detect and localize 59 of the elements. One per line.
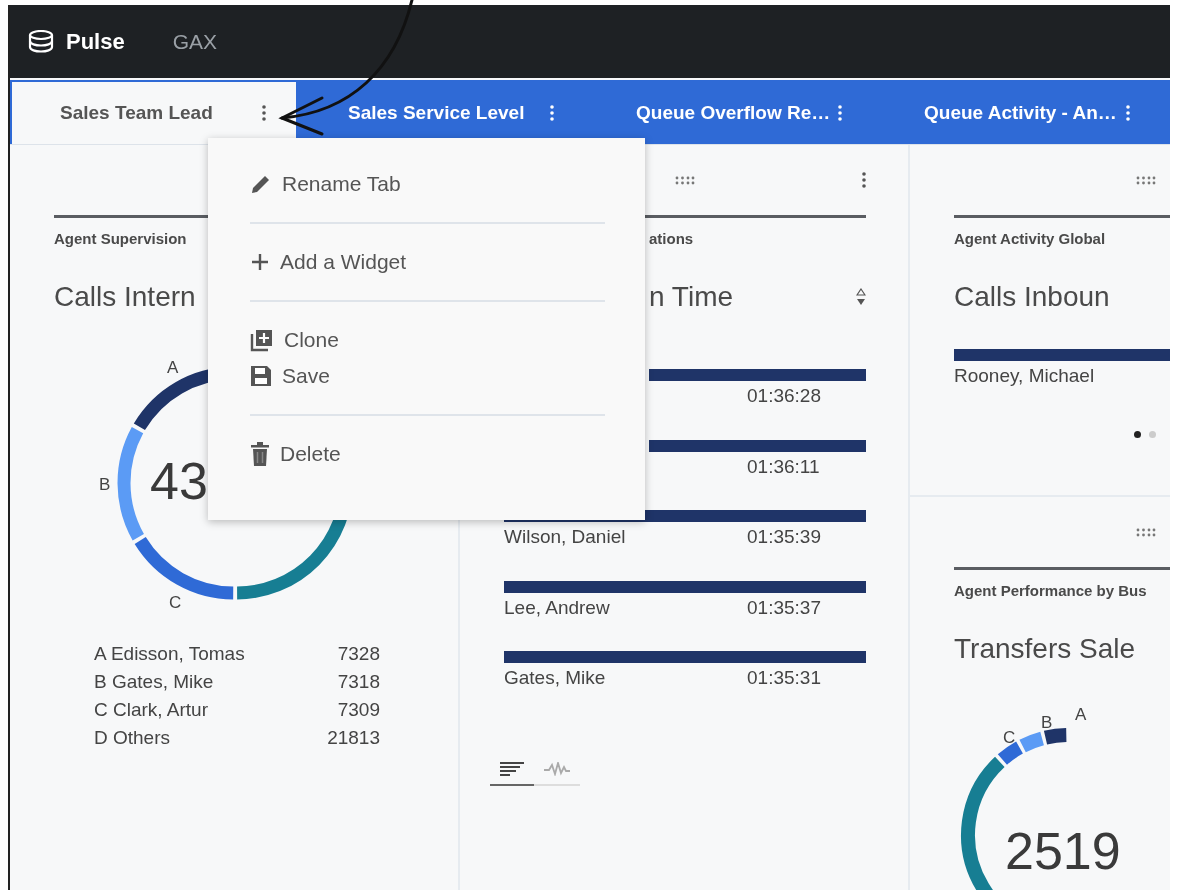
slice-label: A xyxy=(1075,705,1087,725)
legend-value: 7328 xyxy=(337,642,380,666)
widget-title: Calls Intern xyxy=(54,281,196,313)
more-options-icon[interactable] xyxy=(838,105,842,121)
bar-list-icon xyxy=(500,761,524,776)
donut-total: 43 xyxy=(150,451,208,511)
app-name: Pulse xyxy=(66,28,125,55)
slice-label: C xyxy=(1003,728,1016,748)
section-label: GAX xyxy=(172,29,218,54)
waveform-icon xyxy=(544,761,570,776)
slice-label: A xyxy=(167,358,179,378)
widget-subtitle: ations xyxy=(649,230,694,247)
slice-label: C xyxy=(169,593,182,613)
time-value: 01:36:11 xyxy=(747,455,821,478)
agent-name: Gates, Mike xyxy=(504,667,607,689)
legend-label: A Edisson, Tomas xyxy=(94,642,245,666)
more-options-icon[interactable] xyxy=(1126,105,1130,121)
time-value: 01:35:31 xyxy=(747,667,822,689)
menu-item[interactable]: Delete xyxy=(250,436,605,472)
legend-value: 7309 xyxy=(337,698,380,722)
legend-label: B Gates, Mike xyxy=(94,670,214,694)
more-options-icon[interactable] xyxy=(262,105,266,121)
agent-name: Lee, Andrew xyxy=(504,596,611,619)
legend-label: D Others xyxy=(94,726,171,750)
widget-title: Calls Inboun xyxy=(954,281,1110,313)
page-dot[interactable] xyxy=(1149,431,1156,438)
agent-name: Rooney, Michael xyxy=(954,365,1096,387)
drag-handle-icon[interactable] xyxy=(1136,175,1156,185)
widget-subtitle: Agent Performance by Bus xyxy=(954,582,1148,599)
widget-subtitle: Agent Activity Global xyxy=(954,230,1107,247)
drag-handle-icon[interactable] xyxy=(675,175,695,185)
menu-item[interactable]: Save xyxy=(250,358,605,394)
slice-label: B xyxy=(99,475,111,495)
widget-title: n Time xyxy=(649,281,734,313)
legend-value: 7318 xyxy=(337,670,380,694)
legend-value: 21813 xyxy=(327,726,380,750)
more-options-icon[interactable] xyxy=(862,172,866,188)
clone-icon xyxy=(250,328,274,352)
agent-name: Wilson, Daniel xyxy=(504,526,627,548)
time-value: 01:35:39 xyxy=(747,526,822,548)
widget-title: Transfers Sale xyxy=(954,633,1136,665)
dashboard-tab[interactable]: Sales Team Lead xyxy=(12,82,296,144)
menu-item[interactable]: Add a Widget xyxy=(250,244,605,280)
menu-item[interactable]: Rename Tab xyxy=(250,166,605,202)
time-value: 01:36:28 xyxy=(747,385,822,407)
slice-label: B xyxy=(1041,713,1053,733)
trash-icon xyxy=(250,442,270,466)
time-value: 01:35:37 xyxy=(747,596,822,619)
menu-item[interactable]: Clone xyxy=(250,322,605,358)
pencil-icon xyxy=(250,173,272,195)
widget-subtitle: Agent Supervision xyxy=(54,230,188,247)
donut-total: 2519 xyxy=(1005,821,1121,881)
plus-icon xyxy=(250,252,270,272)
drag-handle-icon[interactable] xyxy=(1136,527,1156,537)
legend-label: C Clark, Artur xyxy=(94,698,209,722)
sort-icon[interactable] xyxy=(856,288,866,306)
stacked-coins-icon xyxy=(28,29,54,54)
page-dot[interactable] xyxy=(1134,431,1141,438)
more-options-icon[interactable] xyxy=(550,105,554,121)
